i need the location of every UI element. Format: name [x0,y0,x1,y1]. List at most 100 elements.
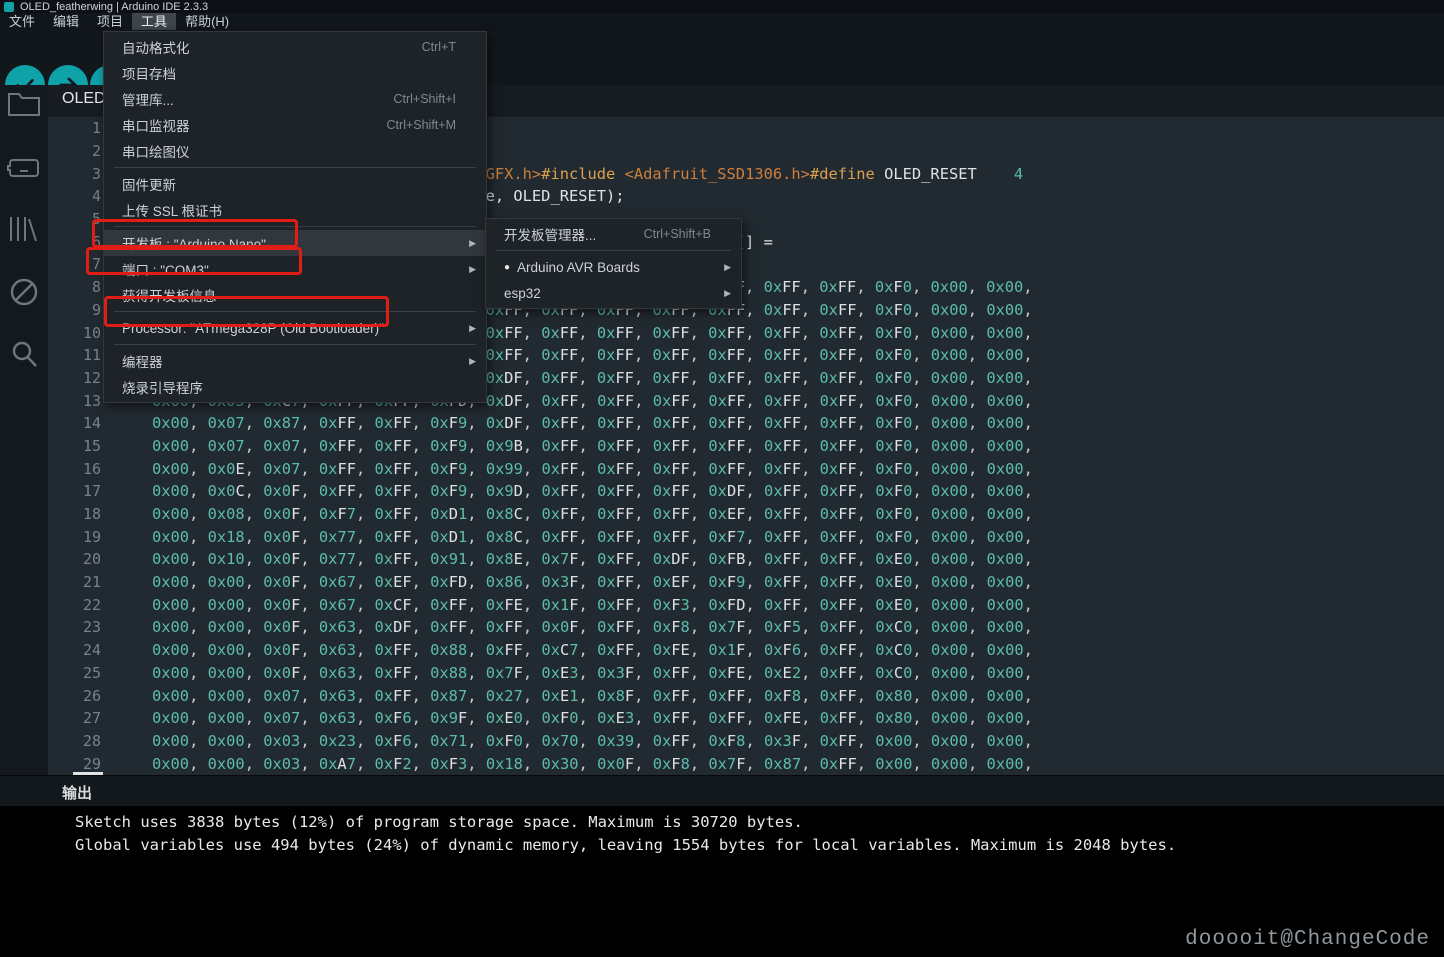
code-line-29: 29 0x00, 0x00, 0x03, 0xA7, 0xF2, 0xF3, 0x… [48,752,1444,775]
line-number: 21 [82,573,101,592]
menubar-item-2[interactable]: 项目 [88,13,132,30]
code-text: 0x00, 0x00, 0x0F, 0x63, 0xFF, 0x88, 0xFF… [152,641,1033,660]
line-number: 15 [82,436,101,455]
tools-menu-label: 上传 SSL 根证书 [122,204,223,219]
folder-icon [8,93,40,116]
line-number: 24 [82,641,101,660]
code-text: 0x00, 0x0C, 0x0F, 0xFF, 0xFF, 0xF9, 0x9D… [152,482,1033,501]
code-text: 0x00, 0x10, 0x0F, 0x77, 0xFF, 0x91, 0x8E… [152,550,1033,569]
line-number: 13 [82,391,101,410]
code-line-23: 23 0x00, 0x00, 0x0F, 0x63, 0xDF, 0xFF, 0x… [48,616,1444,639]
code-line-18: 18 0x00, 0x08, 0x0F, 0xF7, 0xFF, 0xD1, 0x… [48,503,1444,526]
menubar-item-4[interactable]: 帮助(H) [176,13,238,30]
output-active-indicator [73,772,103,775]
menu-divider [114,344,476,345]
submenu-arrow-icon: ▶ [469,237,476,248]
line-number: 17 [82,482,101,501]
tools-menu-item-2[interactable]: 管理库... Ctrl+Shift+I [104,86,486,112]
line-number: 3 [91,164,101,183]
board-submenu-label: Arduino AVR Boards [517,259,640,275]
line-number: 23 [82,618,101,637]
tools-menu-item-11[interactable]: 编程器 ▶ [104,348,486,374]
line-number: 20 [82,550,101,569]
menu-bar: 文件 编辑 项目 工具 帮助(H) [0,13,1444,30]
line-number: 18 [82,505,101,524]
tools-menu-item-12[interactable]: 烧录引导程序 [104,374,486,400]
line-number: 22 [82,595,101,614]
line-number: 10 [82,323,101,342]
submenu-arrow-icon: ▶ [469,355,476,366]
menubar-item-0[interactable]: 文件 [0,13,44,30]
code-line-21: 21 0x00, 0x00, 0x0F, 0x67, 0xEF, 0xFD, 0x… [48,571,1444,594]
submenu-arrow-icon: ▶ [469,322,476,333]
code-text: 0x00, 0x00, 0x07, 0x63, 0xF6, 0x9F, 0xE0… [152,709,1033,728]
activitybar-debugger[interactable] [0,276,48,308]
app-icon [4,1,14,12]
watermark: dooooit@ChangeCode [1185,928,1430,951]
line-number: 26 [82,686,101,705]
output-tab[interactable]: 输出 [62,782,92,803]
shortcut-label: Ctrl+Shift+M [386,118,456,132]
shortcut-label: Ctrl+T [421,40,456,54]
code-line-26: 26 0x00, 0x00, 0x07, 0x63, 0xFF, 0x87, 0x… [48,684,1444,707]
search-icon [12,341,37,367]
line-number: 28 [82,731,101,750]
activitybar-boards-manager[interactable] [0,152,48,182]
code-text: 0x00, 0x08, 0x0F, 0xF7, 0xFF, 0xD1, 0x8C… [152,505,1033,524]
tools-menu-label: 管理库... [122,93,174,108]
activitybar-library-manager[interactable] [0,213,48,245]
annotation-box-processor [104,296,389,327]
menubar-item-1[interactable]: 编辑 [44,13,88,30]
code-text: 0x00, 0x00, 0x0F, 0x67, 0xEF, 0xFD, 0x86… [152,573,1033,592]
code-line-17: 17 0x00, 0x0C, 0x0F, 0xFF, 0xFF, 0xF9, 0x… [48,480,1444,503]
code-line-22: 22 0x00, 0x00, 0x0F, 0x67, 0xCF, 0xFF, 0x… [48,593,1444,616]
board-submenu-item-0[interactable]: 开发板管理器... Ctrl+Shift+B [486,221,741,247]
tools-menu: 自动格式化 Ctrl+T 项目存档管理库... Ctrl+Shift+I 串口监视器 Ct… [103,31,487,403]
line-number: 12 [82,368,101,387]
code-text: 0x00, 0x07, 0x07, 0xFF, 0xFF, 0xF9, 0x9B… [152,436,1033,455]
tools-menu-label: 串口监视器 [122,119,190,134]
line-number: 2 [91,142,101,161]
code-text: 0x00, 0x0E, 0x07, 0xFF, 0xFF, 0xF9, 0x99… [152,459,1033,478]
code-line-19: 19 0x00, 0x18, 0x0F, 0x77, 0xFF, 0xD1, 0x… [48,525,1444,548]
tools-menu-item-3[interactable]: 串口监视器 Ctrl+Shift+M [104,112,486,138]
board-submenu-item-2[interactable]: esp32 ▶ [486,280,741,306]
arduino-ide-window: OLED_featherwing | Arduino IDE 2.3.3 文件编… [0,0,1444,957]
board-submenu-item-1[interactable]: ● Arduino AVR Boards ▶ [486,254,741,280]
board-submenu-label: 开发板管理器... [504,228,597,243]
line-number: 25 [82,663,101,682]
line-number: 16 [82,459,101,478]
console-line-0: Sketch uses 3838 bytes (12%) of program … [75,813,803,831]
activity-bar [0,85,48,775]
annotation-box-port [86,247,302,275]
tools-menu-item-1[interactable]: 项目存档 [104,60,486,86]
activitybar-sketchbook[interactable] [0,88,48,118]
code-line-20: 20 0x00, 0x10, 0x0F, 0x77, 0xFF, 0x91, 0x… [48,548,1444,571]
code-line-15: 15 0x00, 0x07, 0x07, 0xFF, 0xFF, 0xF9, 0x… [48,435,1444,458]
line-number: 27 [82,709,101,728]
line-number: 1 [91,119,101,138]
submenu-arrow-icon: ▶ [469,263,476,274]
line-number: 29 [82,754,101,773]
output-console[interactable]: Sketch uses 3838 bytes (12%) of program … [0,806,1444,957]
tools-menu-item-4[interactable]: 串口绘图仪 [104,138,486,164]
code-text: 0x00, 0x00, 0x0F, 0x67, 0xCF, 0xFF, 0xFE… [152,595,1033,614]
output-panel-header: 输出 [0,772,1444,807]
line-number: 4 [91,187,101,206]
menubar-item-3[interactable]: 工具 [132,13,177,30]
line-number: 11 [82,346,101,365]
code-line-14: 14 0x00, 0x07, 0x87, 0xFF, 0xFF, 0xF9, 0x… [48,412,1444,435]
menu-divider [496,250,731,251]
window-title: OLED_featherwing | Arduino IDE 2.3.3 [20,0,209,13]
tools-menu-item-5[interactable]: 固件更新 [104,171,486,197]
tools-menu-label: 自动格式化 [122,41,190,56]
tools-menu-item-0[interactable]: 自动格式化 Ctrl+T [104,34,486,60]
code-line-24: 24 0x00, 0x00, 0x0F, 0x63, 0xFF, 0x88, 0x… [48,639,1444,662]
activitybar-search[interactable] [0,338,48,370]
tools-menu-label: 项目存档 [122,67,176,82]
line-number: 9 [91,300,101,319]
code-text: 0x00, 0x00, 0x0F, 0x63, 0xDF, 0xFF, 0xFF… [152,618,1033,637]
board-submenu: 开发板管理器... Ctrl+Shift+B ● Arduino AVR Boards… [485,218,742,309]
code-text: 0x00, 0x00, 0x03, 0x23, 0xF6, 0x71, 0xF0… [152,731,1033,750]
board-icon [7,159,39,177]
